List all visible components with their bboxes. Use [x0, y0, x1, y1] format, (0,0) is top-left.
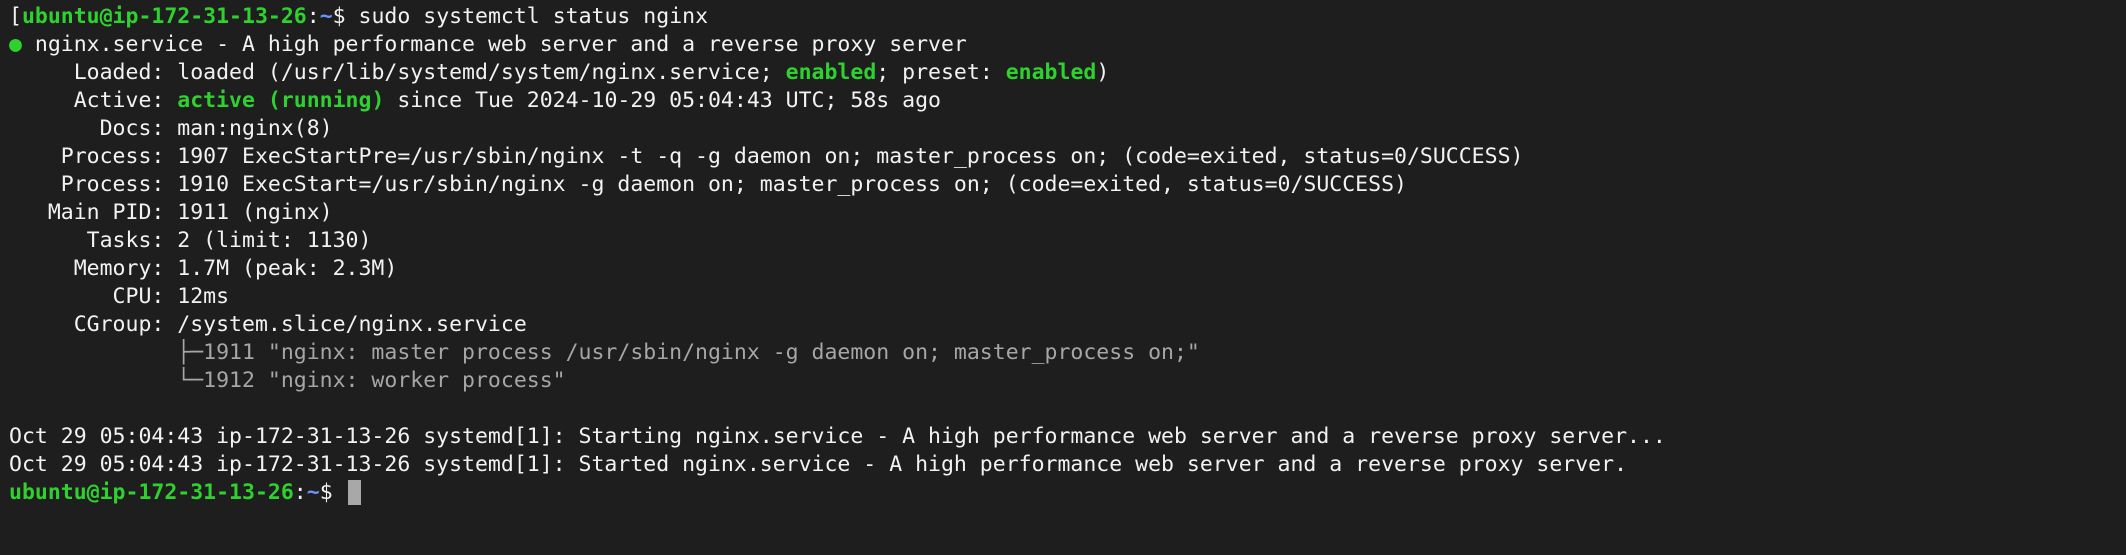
log-line-started: Oct 29 05:04:43 ip-172-31-13-26 systemd[…: [9, 452, 1628, 477]
loaded-label: Loaded:: [9, 60, 178, 85]
active-state: active (running): [177, 88, 385, 113]
command-text: sudo systemctl status nginx: [345, 4, 709, 29]
memory-line: Memory: 1.7M (peak: 2.3M): [9, 256, 398, 281]
cgroup-line: CGroup: /system.slice/nginx.service: [9, 312, 527, 337]
cpu-line: CPU: 12ms: [9, 284, 230, 309]
status-dot-icon: ●: [9, 32, 22, 57]
loaded-preset-label: ; preset:: [876, 60, 1006, 85]
loaded-enabled: enabled: [785, 60, 877, 85]
prompt2-path: ~: [306, 480, 320, 505]
process-line-2: Process: 1910 ExecStart=/usr/sbin/nginx …: [9, 172, 1407, 197]
service-title-line: ● nginx.service - A high performance web…: [9, 31, 2126, 59]
terminal-window[interactable]: [ubuntu@ip-172-31-13-26:~$ sudo systemct…: [0, 0, 2126, 555]
prompt2-symbol: $: [319, 480, 346, 505]
cgroup-tree-master: ├─1911 "nginx: master process /usr/sbin/…: [9, 340, 1200, 365]
cgroup-tree-worker: └─1912 "nginx: worker process": [9, 368, 566, 393]
command-line: [ubuntu@ip-172-31-13-26:~$ sudo systemct…: [9, 3, 2126, 31]
process-line-1: Process: 1907 ExecStartPre=/usr/sbin/ngi…: [9, 144, 1524, 169]
loaded-value: loaded (/usr/lib/systemd/system/nginx.se…: [177, 60, 786, 85]
log-line-starting: Oct 29 05:04:43 ip-172-31-13-26 systemd[…: [9, 424, 1666, 449]
loaded-close: ): [1096, 60, 1110, 85]
cursor-block[interactable]: [347, 480, 361, 505]
tasks-line: Tasks: 2 (limit: 1130): [9, 228, 372, 253]
prompt-symbol: $: [332, 4, 346, 29]
docs-line: Docs: man:nginx(8): [9, 116, 333, 141]
active-since: since Tue 2024-10-29 05:04:43 UTC; 58s a…: [384, 88, 941, 113]
service-title: nginx.service - A high performance web s…: [21, 32, 967, 57]
loaded-line: Loaded: loaded (/usr/lib/systemd/system/…: [9, 59, 2126, 87]
prompt-path: ~: [319, 4, 333, 29]
prompt2-colon: :: [293, 480, 307, 505]
prompt-bracket: [: [9, 4, 22, 29]
prompt-colon: :: [306, 4, 320, 29]
loaded-preset-value: enabled: [1005, 60, 1097, 85]
active-line: Active: active (running) since Tue 2024-…: [9, 87, 2126, 115]
active-label: Active:: [9, 88, 178, 113]
main-pid-line: Main PID: 1911 (nginx): [9, 200, 333, 225]
prompt-user-host: ubuntu@ip-172-31-13-26: [21, 4, 307, 29]
active-prompt-line[interactable]: ubuntu@ip-172-31-13-26:~$: [9, 479, 2126, 507]
prompt2-user-host: ubuntu@ip-172-31-13-26: [9, 480, 294, 505]
